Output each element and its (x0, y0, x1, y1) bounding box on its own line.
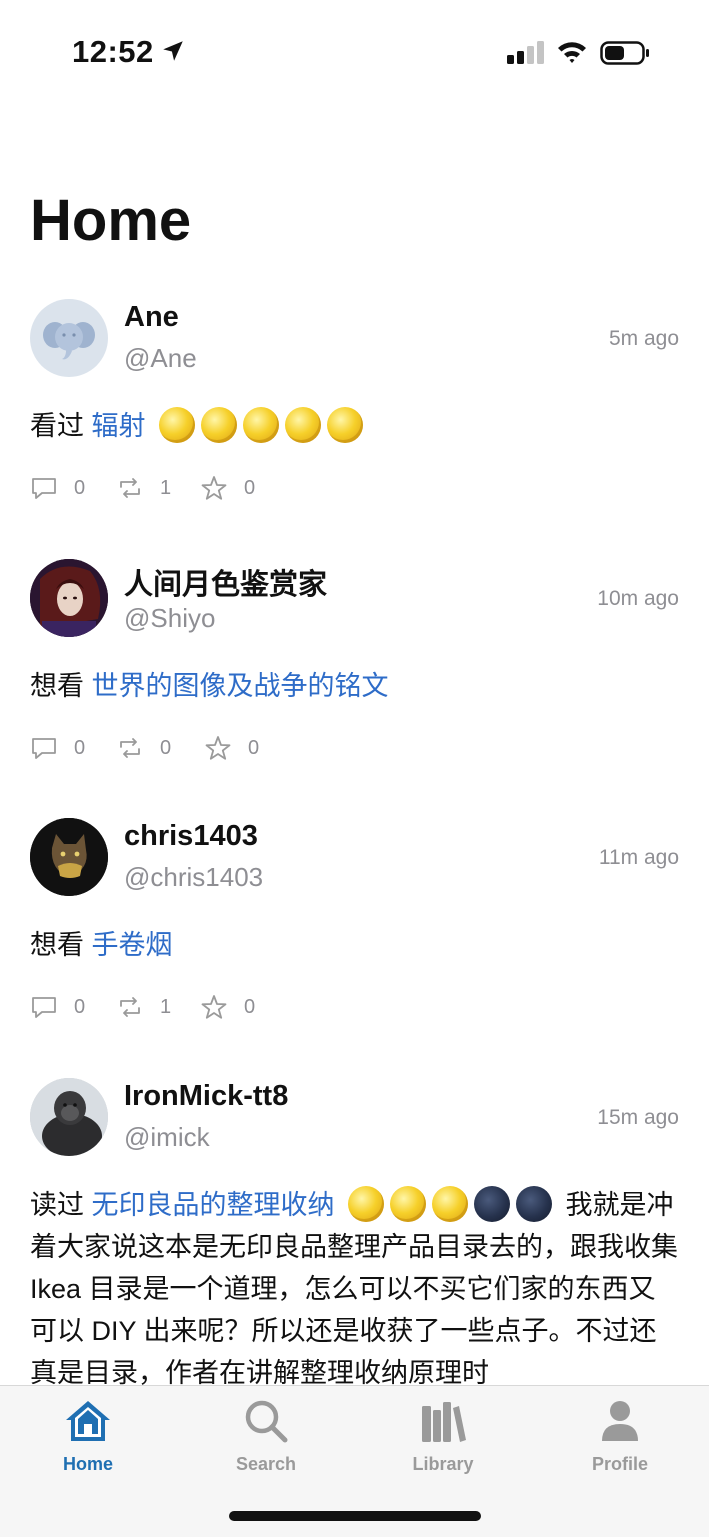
post-timestamp: 11m ago (598, 846, 679, 869)
star-button[interactable]: 0 (204, 733, 259, 763)
tab-label: Library (412, 1454, 474, 1474)
cat-avatar-icon (30, 818, 108, 896)
tab-label: Search (235, 1454, 297, 1474)
full-moon-icon (348, 1186, 385, 1222)
reply-button[interactable]: 0 (30, 733, 85, 763)
display-name[interactable]: 人间月色鉴赏家 (124, 561, 327, 603)
battery-icon (600, 41, 649, 65)
full-moon-icon (159, 407, 196, 443)
full-moon-icon (432, 1186, 469, 1222)
feed-item[interactable]: Ane @Ane 5m ago 看过 辐射 0 1 0 (0, 299, 709, 519)
star-count: 0 (244, 995, 256, 1018)
user-handle: @Shiyo (124, 603, 216, 633)
repost-count: 1 (160, 476, 172, 499)
rating-moons (348, 1184, 558, 1226)
elephant-avatar-icon (43, 322, 95, 360)
post-body: 读过 无印良品的整理收纳 我就是冲着大家说这本是无印良品整理产品目录去的，跟我收… (30, 1184, 680, 1394)
tab-search[interactable]: Search (206, 1396, 326, 1476)
full-moon-icon (285, 407, 322, 443)
status-time: 12:52 (72, 34, 154, 69)
anime-portrait-avatar-icon (30, 559, 108, 637)
comment-count: 0 (74, 736, 86, 759)
star-icon (201, 995, 227, 1019)
comment-icon (32, 997, 56, 1018)
tab-library[interactable]: Library (383, 1396, 503, 1476)
star-button[interactable]: 0 (200, 473, 255, 503)
star-icon (205, 736, 231, 760)
home-indicator[interactable] (229, 1511, 481, 1521)
repost-button[interactable]: 1 (116, 992, 171, 1022)
new-moon-icon (516, 1186, 553, 1222)
library-icon (422, 1402, 466, 1442)
cellular-signal-icon (507, 41, 544, 64)
avatar[interactable] (30, 559, 108, 637)
tab-home[interactable]: Home (28, 1396, 148, 1476)
tab-label: Profile (591, 1454, 648, 1474)
comment-count: 0 (74, 476, 86, 499)
gorilla-avatar-icon (30, 1078, 108, 1156)
repost-icon (120, 478, 140, 498)
search-icon (245, 1400, 288, 1443)
star-count: 0 (248, 736, 260, 759)
wifi-icon (558, 42, 586, 63)
repost-button[interactable]: 1 (116, 473, 171, 503)
star-count: 0 (244, 476, 256, 499)
display-name[interactable]: Ane (124, 301, 179, 334)
star-icon (201, 476, 227, 500)
post-timestamp: 15m ago (597, 1106, 679, 1129)
repost-count: 1 (160, 995, 172, 1018)
book-link[interactable]: 辐射 (92, 411, 146, 441)
book-link[interactable]: 无印良品的整理收纳 (92, 1190, 335, 1220)
activity-verb: 读过 (30, 1190, 84, 1220)
page-title: Home (30, 188, 192, 253)
repost-icon (120, 997, 140, 1017)
rating-moons (159, 405, 369, 447)
avatar[interactable] (30, 299, 108, 377)
repost-button[interactable]: 0 (116, 733, 171, 763)
activity-verb: 想看 (30, 930, 84, 960)
full-moon-icon (201, 407, 238, 443)
post-body: 想看 世界的图像及战争的铭文 (30, 665, 680, 707)
home-icon (66, 1401, 110, 1441)
comment-icon (32, 478, 56, 499)
tab-profile[interactable]: Profile (560, 1396, 680, 1476)
activity-verb: 看过 (30, 411, 84, 441)
display-name[interactable]: chris1403 (124, 820, 258, 853)
new-moon-icon (474, 1186, 511, 1222)
profile-icon (602, 1401, 638, 1441)
post-timestamp: 5m ago (608, 327, 679, 350)
user-handle: @chris1403 (124, 862, 264, 892)
book-link[interactable]: 世界的图像及战争的铭文 (92, 671, 389, 701)
post-body: 看过 辐射 (30, 405, 680, 447)
feed-item[interactable]: IronMick-tt8 @imick 15m ago 读过 无印良品的整理收纳… (0, 1078, 709, 1388)
post-timestamp: 10m ago (597, 587, 679, 610)
location-arrow-icon (163, 41, 183, 61)
feed-item[interactable]: chris1403 @chris1403 11m ago 想看 手卷烟 0 1 … (0, 818, 709, 1038)
activity-verb: 想看 (30, 671, 84, 701)
reply-button[interactable]: 0 (30, 992, 85, 1022)
avatar[interactable] (30, 1078, 108, 1156)
post-body: 想看 手卷烟 (30, 924, 680, 966)
display-name[interactable]: IronMick-tt8 (124, 1080, 288, 1113)
avatar[interactable] (30, 818, 108, 896)
comment-count: 0 (74, 995, 86, 1018)
status-bar: 12:52 (0, 0, 709, 100)
full-moon-icon (390, 1186, 427, 1222)
user-handle: @Ane (124, 343, 197, 373)
user-handle: @imick (124, 1122, 210, 1152)
book-link[interactable]: 手卷烟 (92, 930, 173, 960)
repost-icon (120, 738, 140, 758)
repost-count: 0 (160, 736, 172, 759)
tab-label: Home (62, 1454, 113, 1474)
reply-button[interactable]: 0 (30, 473, 85, 503)
full-moon-icon (243, 407, 280, 443)
full-moon-icon (327, 407, 364, 443)
star-button[interactable]: 0 (200, 992, 255, 1022)
comment-icon (32, 738, 56, 759)
feed-item[interactable]: 人间月色鉴赏家 @Shiyo 10m ago 想看 世界的图像及战争的铭文 0 … (0, 559, 709, 779)
tab-bar: Home Search Library Profile (0, 1385, 709, 1537)
